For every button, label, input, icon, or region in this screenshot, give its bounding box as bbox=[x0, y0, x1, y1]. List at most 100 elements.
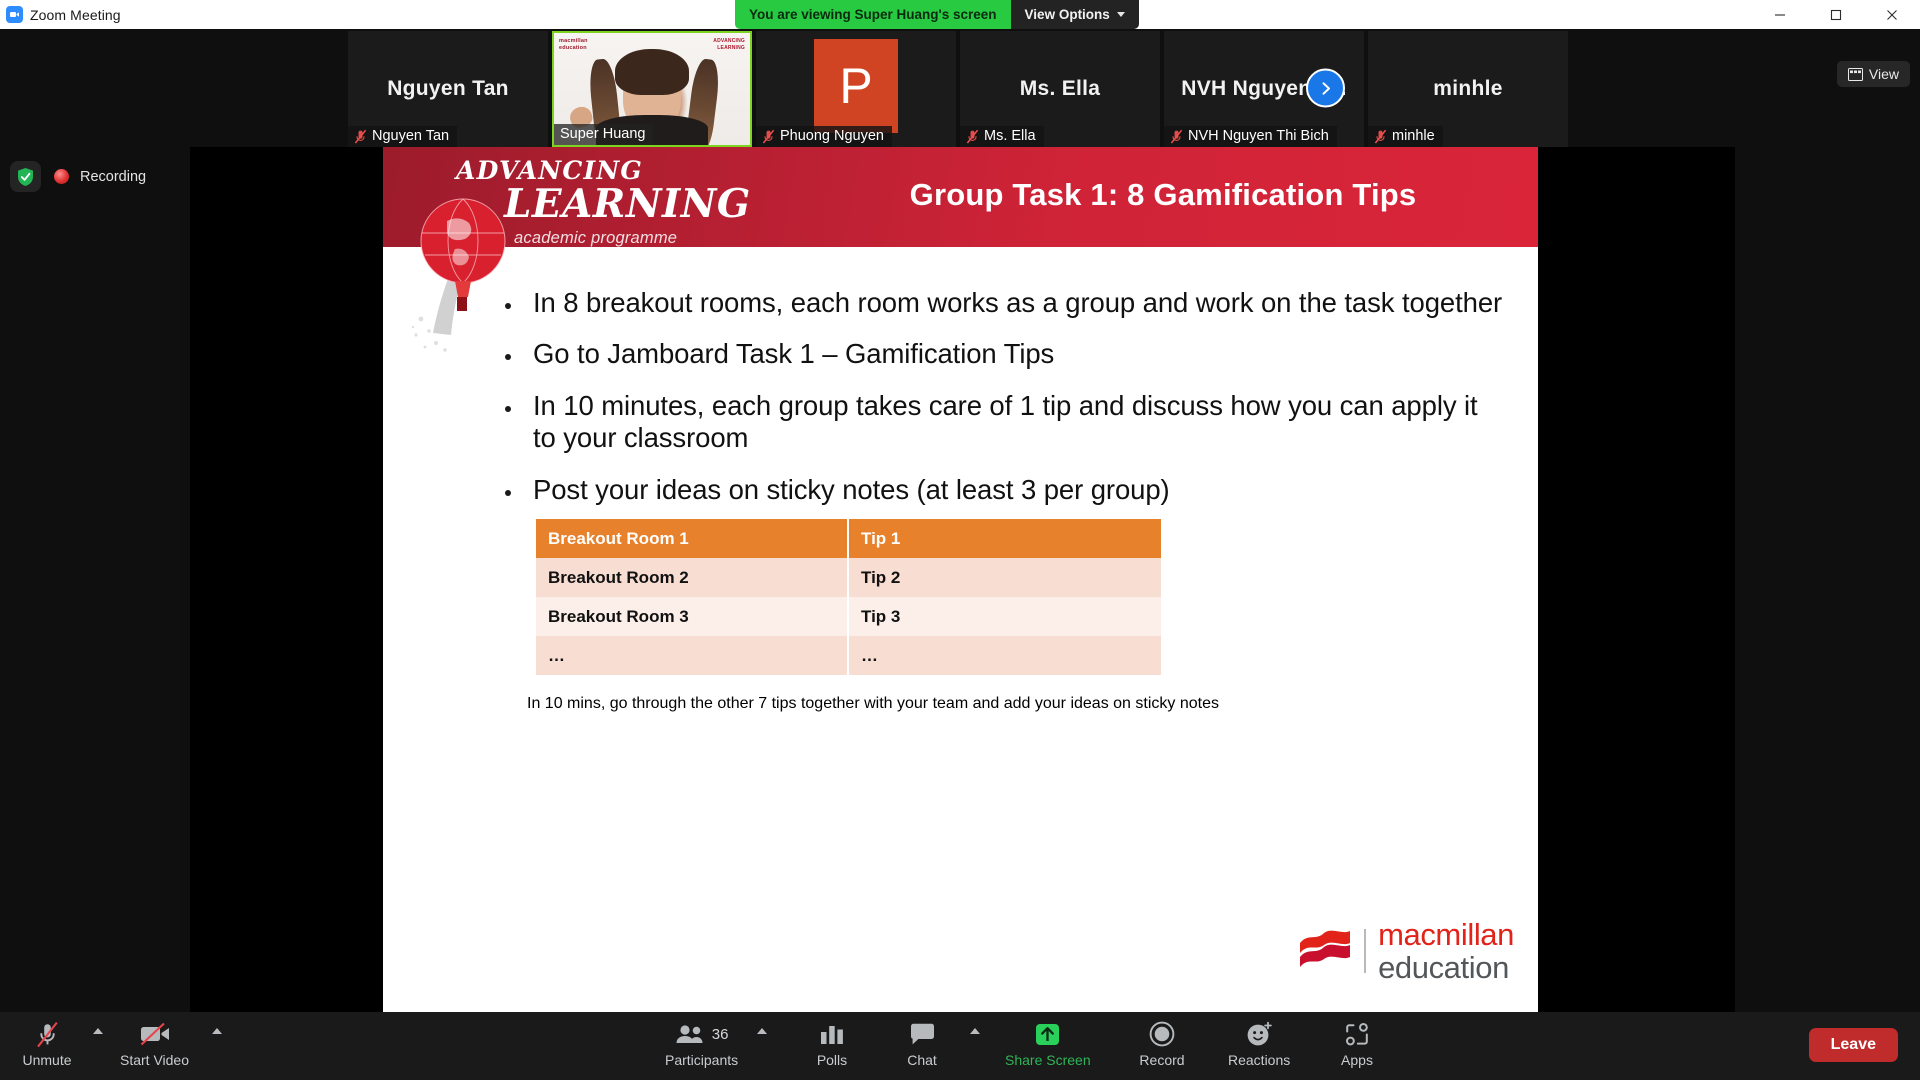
share-screen-up-arrow-icon bbox=[1034, 1019, 1061, 1049]
participant-name-label: Ms. Ella bbox=[984, 128, 1036, 144]
hair-top-shape bbox=[615, 49, 689, 95]
participant-name-bar: Nguyen Tan bbox=[348, 126, 458, 147]
participant-filmstrip: Nguyen Tan Nguyen Tan macmillan education… bbox=[0, 29, 1920, 147]
macmillan-education-logo: macmillan education bbox=[1298, 919, 1514, 983]
table-cell-room: … bbox=[536, 636, 848, 675]
hot-air-balloon-globe-icon bbox=[411, 198, 506, 352]
bullet-text: In 8 breakout rooms, each room works as … bbox=[533, 287, 1503, 318]
recording-status[interactable]: Recording bbox=[54, 169, 146, 185]
unmute-button[interactable]: Unmute bbox=[20, 1019, 74, 1068]
view-options-label: View Options bbox=[1024, 7, 1110, 22]
minimize-icon[interactable] bbox=[1752, 0, 1808, 29]
slide-bullet: In 8 breakout rooms, each room works as … bbox=[505, 287, 1505, 319]
table-cell-room: Breakout Room 1 bbox=[536, 519, 848, 558]
table-cell-tip: Tip 1 bbox=[847, 519, 1161, 558]
chat-button[interactable]: Chat bbox=[895, 1019, 949, 1068]
window-title-bar: Zoom Meeting You are viewing Super Huang… bbox=[0, 0, 1920, 29]
participants-icon-group: 36 bbox=[675, 1019, 728, 1049]
participant-tile[interactable]: minhle minhle bbox=[1368, 31, 1568, 147]
table-cell-tip: Tip 2 bbox=[847, 558, 1161, 597]
participants-icon bbox=[676, 1025, 703, 1043]
start-video-label: Start Video bbox=[120, 1052, 190, 1068]
bullet-dot-icon bbox=[505, 489, 511, 496]
chat-options-chevron-icon[interactable] bbox=[970, 1028, 980, 1034]
macmillan-line-1: macmillan bbox=[1378, 917, 1514, 952]
macmillan-line-2: education bbox=[1378, 950, 1509, 985]
polls-label: Polls bbox=[816, 1052, 848, 1068]
shared-screen-area[interactable]: ADVANCING LEARNING academic programme Gr… bbox=[190, 147, 1735, 1013]
slide-bullet: Go to Jamboard Task 1 – Gamification Tip… bbox=[505, 338, 1505, 370]
video-bg-advancing-learning-icon: ADVANCING LEARNING bbox=[713, 38, 745, 51]
breakout-room-table: Breakout Room 1 Tip 1 Breakout Room 2 Ti… bbox=[536, 519, 1161, 675]
slide-bullet: In 10 minutes, each group takes care of … bbox=[505, 390, 1505, 455]
presentation-slide: ADVANCING LEARNING academic programme Gr… bbox=[383, 147, 1538, 1013]
recording-dot-icon bbox=[54, 169, 69, 184]
bullet-text: In 10 mins, go through the other 7 tips … bbox=[527, 695, 1219, 712]
leave-button[interactable]: Leave bbox=[1808, 1028, 1898, 1062]
screen-share-banner: You are viewing Super Huang's screen Vie… bbox=[735, 0, 1139, 29]
view-button-label: View bbox=[1868, 66, 1899, 82]
microphone-muted-icon bbox=[35, 1019, 60, 1049]
participant-name-bar: Phuong Nguyen bbox=[756, 126, 892, 147]
bullet-text: In 10 minutes, each group takes care of … bbox=[533, 389, 1478, 454]
video-camera-off-icon bbox=[139, 1019, 171, 1049]
participant-name-bar: Ms. Ella bbox=[960, 126, 1044, 147]
reactions-button[interactable]: Reactions bbox=[1228, 1019, 1290, 1068]
chat-bubble-icon bbox=[909, 1019, 936, 1049]
apps-label: Apps bbox=[1341, 1052, 1373, 1068]
mic-muted-icon bbox=[1374, 129, 1387, 143]
brand-line-2: LEARNING bbox=[504, 181, 751, 227]
participants-button[interactable]: 36 Participants bbox=[665, 1019, 738, 1068]
view-layout-button[interactable]: View bbox=[1836, 61, 1910, 87]
macmillan-wordmark: macmillan education bbox=[1378, 919, 1514, 983]
audio-options-chevron-icon[interactable] bbox=[93, 1028, 103, 1034]
participants-label: Participants bbox=[665, 1052, 739, 1068]
table-row: … … bbox=[536, 636, 1161, 675]
grid-view-icon bbox=[1847, 67, 1863, 81]
slide-bullet: Post your ideas on sticky notes (at leas… bbox=[505, 474, 1505, 506]
bullet-dot-icon bbox=[505, 354, 511, 361]
brand-line-3: academic programme bbox=[514, 229, 678, 247]
logo-divider bbox=[1364, 929, 1367, 973]
view-options-button[interactable]: View Options bbox=[1010, 0, 1139, 29]
table-row: Breakout Room 2 Tip 2 bbox=[536, 558, 1161, 597]
participant-tile[interactable]: Nguyen Tan Nguyen Tan bbox=[348, 31, 548, 147]
participants-options-chevron-icon[interactable] bbox=[757, 1028, 767, 1034]
video-options-chevron-icon[interactable] bbox=[212, 1028, 222, 1034]
start-video-button[interactable]: Start Video bbox=[120, 1019, 189, 1068]
unmute-label: Unmute bbox=[22, 1052, 72, 1068]
brand-line-1: ADVANCING bbox=[456, 156, 643, 185]
apps-button[interactable]: Apps bbox=[1330, 1019, 1384, 1068]
table-cell-room: Breakout Room 3 bbox=[536, 597, 848, 636]
reactions-label: Reactions bbox=[1228, 1052, 1291, 1068]
table-row: Breakout Room 1 Tip 1 bbox=[536, 519, 1161, 558]
chevron-down-icon bbox=[1116, 12, 1125, 17]
participant-name-bar: NVH Nguyen Thi Bich bbox=[1164, 126, 1337, 147]
participant-tile[interactable]: P Phuong Nguyen bbox=[756, 31, 956, 147]
slide-bullet-list: In 8 breakout rooms, each room works as … bbox=[505, 287, 1505, 525]
mic-muted-icon bbox=[1170, 129, 1183, 143]
record-label: Record bbox=[1139, 1052, 1185, 1068]
table-cell-tip: Tip 3 bbox=[847, 597, 1161, 636]
bullet-dot-icon bbox=[505, 405, 511, 412]
share-screen-button[interactable]: Share Screen bbox=[1005, 1019, 1091, 1068]
polls-button[interactable]: Polls bbox=[805, 1019, 859, 1068]
title-bar-left: Zoom Meeting bbox=[0, 6, 121, 23]
participant-name-bar: Super Huang bbox=[554, 124, 654, 145]
close-icon[interactable] bbox=[1864, 0, 1920, 29]
slide-title: Group Task 1: 8 Gamification Tips bbox=[909, 177, 1417, 212]
zoom-logo-icon bbox=[6, 6, 23, 23]
record-button[interactable]: Record bbox=[1135, 1019, 1189, 1068]
participant-tile-active-speaker[interactable]: macmillan education ADVANCING LEARNING Sup… bbox=[552, 31, 752, 147]
table-cell-tip: … bbox=[847, 636, 1161, 675]
participant-name-label: minhle bbox=[1392, 128, 1435, 144]
chat-label: Chat bbox=[907, 1052, 937, 1068]
chevron-right-icon[interactable] bbox=[1306, 68, 1345, 108]
slide-bullet: In 10 mins, go through the other 7 tips … bbox=[505, 695, 1505, 713]
maximize-icon[interactable] bbox=[1808, 0, 1864, 29]
participant-tile[interactable]: Ms. Ella Ms. Ella bbox=[960, 31, 1160, 147]
table-row: Breakout Room 3 Tip 3 bbox=[536, 597, 1161, 636]
encryption-shield-icon[interactable] bbox=[10, 161, 41, 192]
mic-muted-icon bbox=[762, 129, 775, 143]
reactions-smiley-icon bbox=[1246, 1019, 1273, 1049]
